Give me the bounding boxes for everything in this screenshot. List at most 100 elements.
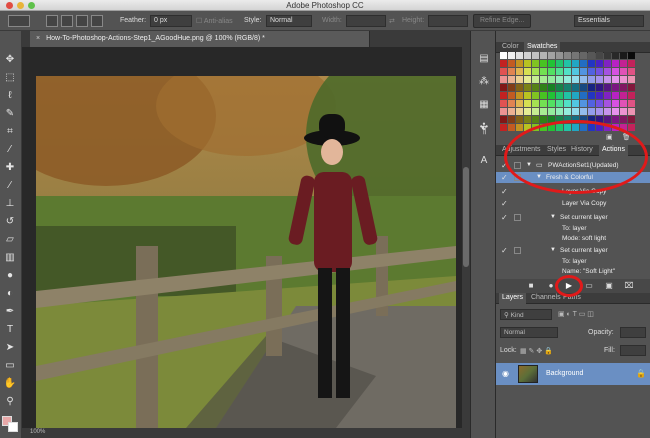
- swatch[interactable]: [628, 84, 635, 91]
- lasso-icon[interactable]: ℓ: [3, 89, 17, 103]
- swatch[interactable]: [500, 124, 507, 131]
- swatch[interactable]: [564, 52, 571, 59]
- swatch[interactable]: [572, 84, 579, 91]
- add-selection-icon[interactable]: [61, 15, 73, 27]
- subtract-selection-icon[interactable]: [76, 15, 88, 27]
- style-select[interactable]: Normal: [266, 15, 312, 27]
- properties-panel-icon[interactable]: ▦: [478, 99, 490, 111]
- swatch[interactable]: [596, 76, 603, 83]
- healing-icon[interactable]: ✚: [3, 161, 17, 175]
- intersect-selection-icon[interactable]: [91, 15, 103, 27]
- eyedropper-icon[interactable]: ⁄: [3, 143, 17, 157]
- swatch[interactable]: [540, 52, 547, 59]
- swatch[interactable]: [540, 76, 547, 83]
- swatch[interactable]: [540, 68, 547, 75]
- action-step-row[interactable]: ✓ Layer Via Copy: [496, 198, 650, 209]
- swatch[interactable]: [532, 60, 539, 67]
- swatch[interactable]: [556, 76, 563, 83]
- swatch[interactable]: [604, 68, 611, 75]
- new-action-icon[interactable]: ▣: [604, 281, 614, 291]
- swatch[interactable]: [620, 52, 627, 59]
- scrollbar-thumb[interactable]: [463, 167, 469, 267]
- swatch[interactable]: [548, 68, 555, 75]
- layer-row[interactable]: ◉ Background 🔒: [496, 363, 650, 385]
- swatch[interactable]: [524, 84, 531, 91]
- character-panel-icon[interactable]: A: [478, 155, 490, 167]
- swatch[interactable]: [604, 108, 611, 115]
- swatch[interactable]: [548, 76, 555, 83]
- swatch[interactable]: [572, 52, 579, 59]
- swatch[interactable]: [548, 60, 555, 67]
- swatch[interactable]: [548, 100, 555, 107]
- swatch[interactable]: [508, 108, 515, 115]
- eraser-icon[interactable]: ▱: [3, 233, 17, 247]
- swatch[interactable]: [612, 52, 619, 59]
- swatch[interactable]: [612, 60, 619, 67]
- feather-input[interactable]: 0 px: [150, 15, 192, 27]
- swatch[interactable]: [572, 76, 579, 83]
- marquee-tool-preset-button[interactable]: [8, 15, 30, 27]
- swatch[interactable]: [556, 52, 563, 59]
- swatch[interactable]: [580, 100, 587, 107]
- type-icon[interactable]: T: [3, 323, 17, 337]
- dodge-icon[interactable]: ◐: [3, 287, 17, 301]
- swatch[interactable]: [612, 116, 619, 123]
- swatch[interactable]: [604, 84, 611, 91]
- layer-filter-icons[interactable]: ▣ ◐ T ▭ ◫: [558, 310, 594, 318]
- swatch[interactable]: [532, 52, 539, 59]
- swatch[interactable]: [500, 68, 507, 75]
- shape-icon[interactable]: ▭: [3, 359, 17, 373]
- new-selection-icon[interactable]: [46, 15, 58, 27]
- swatch[interactable]: [596, 100, 603, 107]
- swatch[interactable]: [500, 92, 507, 99]
- toggle-check-icon[interactable]: ✓: [501, 199, 508, 208]
- swatch[interactable]: [588, 76, 595, 83]
- swatch[interactable]: [564, 60, 571, 67]
- swatch[interactable]: [588, 84, 595, 91]
- fill-input[interactable]: [620, 345, 646, 356]
- swatch[interactable]: [540, 84, 547, 91]
- swatch[interactable]: [572, 108, 579, 115]
- swatch[interactable]: [516, 92, 523, 99]
- swatch[interactable]: [620, 108, 627, 115]
- swatch[interactable]: [596, 108, 603, 115]
- swatch[interactable]: [500, 116, 507, 123]
- swatch[interactable]: [532, 100, 539, 107]
- swatch[interactable]: [524, 52, 531, 59]
- tab-layers[interactable]: Layers: [499, 293, 527, 304]
- trash-icon[interactable]: ⌧: [624, 281, 634, 291]
- swatch[interactable]: [500, 108, 507, 115]
- height-input[interactable]: [428, 15, 468, 27]
- expand-triangle-icon[interactable]: ▼: [550, 214, 556, 220]
- swatch[interactable]: [548, 92, 555, 99]
- swatch[interactable]: [628, 100, 635, 107]
- swatch[interactable]: [604, 100, 611, 107]
- stop-icon[interactable]: ■: [526, 281, 536, 291]
- swatch[interactable]: [628, 52, 635, 59]
- swatch[interactable]: [548, 84, 555, 91]
- swatch[interactable]: [596, 60, 603, 67]
- swatch[interactable]: [588, 52, 595, 59]
- swatch[interactable]: [556, 68, 563, 75]
- move-icon[interactable]: ✥: [3, 53, 17, 67]
- swatch[interactable]: [564, 100, 571, 107]
- swatch[interactable]: [580, 84, 587, 91]
- swatch[interactable]: [516, 116, 523, 123]
- expand-triangle-icon[interactable]: ▼: [550, 247, 556, 253]
- opacity-input[interactable]: [620, 327, 646, 338]
- zoom-icon[interactable]: ⚲: [3, 395, 17, 409]
- swatch[interactable]: [580, 108, 587, 115]
- document-image[interactable]: [36, 76, 456, 428]
- swatch[interactable]: [540, 116, 547, 123]
- swatch[interactable]: [508, 116, 515, 123]
- swatch[interactable]: [580, 60, 587, 67]
- swatch[interactable]: [580, 76, 587, 83]
- swatch[interactable]: [604, 92, 611, 99]
- swatch[interactable]: [508, 92, 515, 99]
- swatch[interactable]: [588, 92, 595, 99]
- action-step-row[interactable]: ✓ ▼ Set current layer: [496, 245, 650, 256]
- swatch[interactable]: [524, 108, 531, 115]
- history-brush-icon[interactable]: ↺: [3, 215, 17, 229]
- brush-icon[interactable]: ∕: [3, 179, 17, 193]
- swatch[interactable]: [524, 60, 531, 67]
